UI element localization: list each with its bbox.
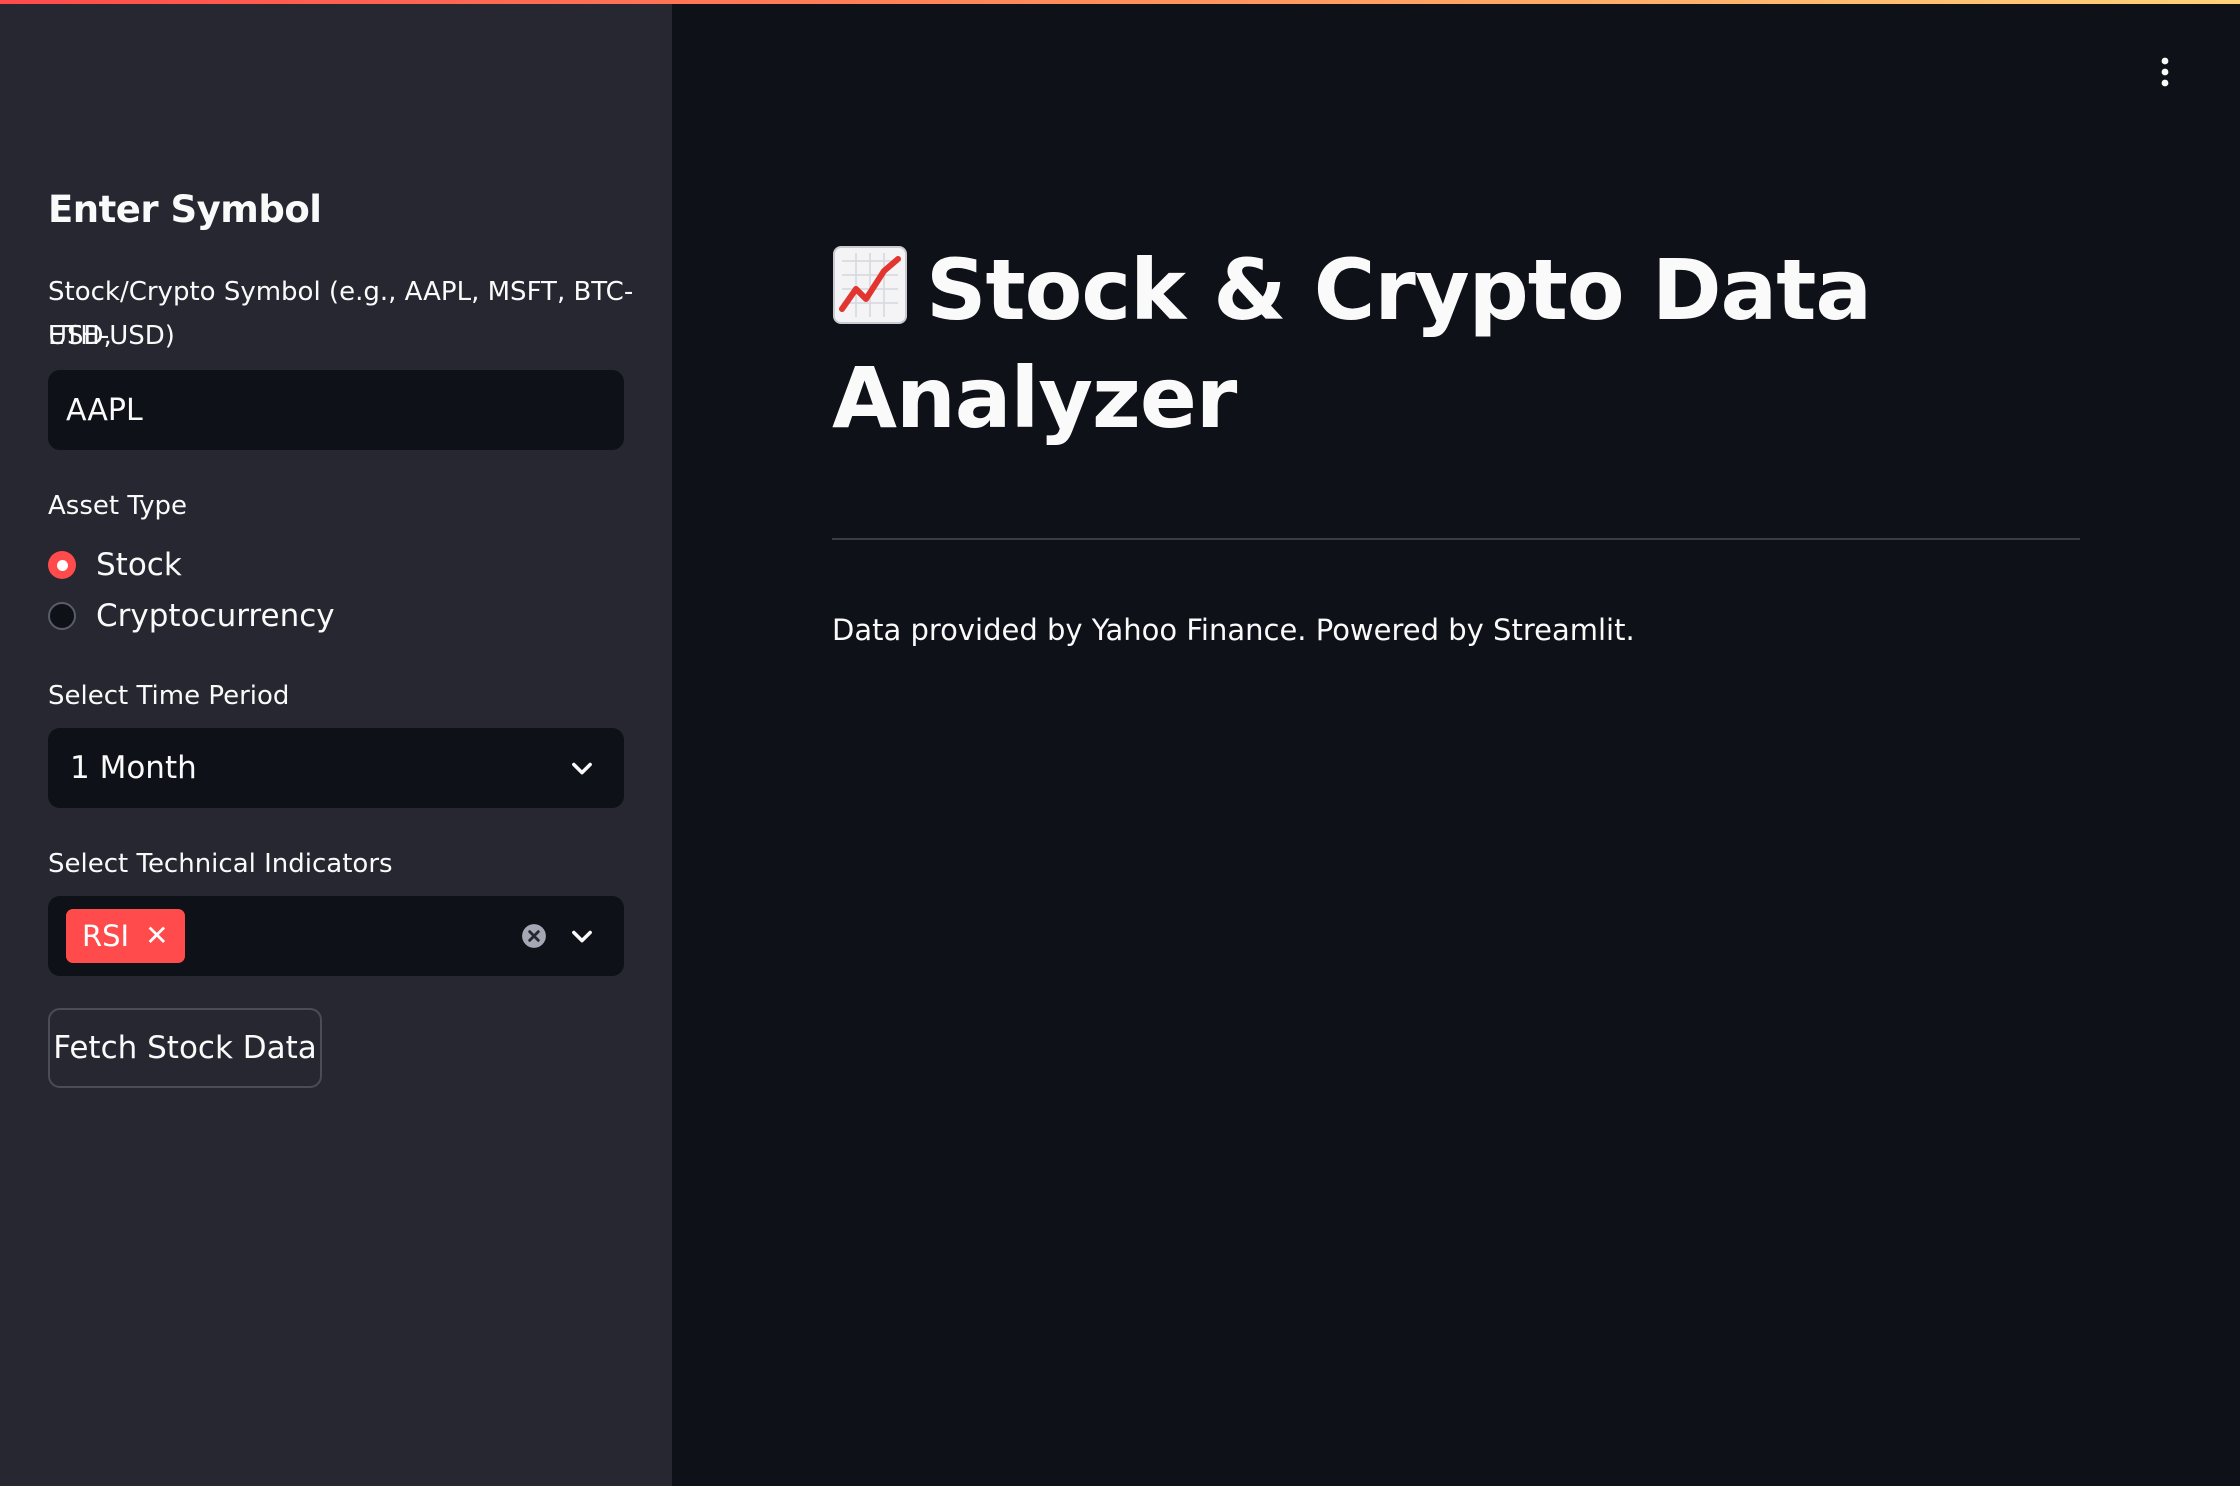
radio-unselected-icon (48, 602, 76, 630)
top-decoration-stripe (0, 0, 2240, 4)
radio-option-label: Cryptocurrency (96, 598, 335, 634)
page-title-text: Stock & Crypto Data Analyzer (832, 241, 1872, 447)
fetch-stock-data-button[interactable]: Fetch Stock Data (48, 1008, 322, 1088)
indicators-label: Select Technical Indicators (48, 849, 393, 879)
indicator-tag-label: RSI (82, 919, 130, 953)
radio-selected-icon (48, 551, 76, 579)
chevron-down-icon[interactable] (568, 922, 596, 950)
page-title: Stock & Crypto Data Analyzer (832, 236, 2092, 452)
main-content (672, 0, 2240, 1486)
asset-type-label: Asset Type (48, 491, 188, 521)
more-options-icon[interactable] (2150, 55, 2180, 89)
footer-caption: Data provided by Yahoo Finance. Powered … (832, 613, 1635, 647)
sidebar: Enter Symbol Stock/Crypto Symbol (e.g., … (0, 0, 672, 1486)
clear-all-icon[interactable] (521, 923, 547, 949)
period-label: Select Time Period (48, 681, 290, 711)
chart-increasing-icon (833, 246, 907, 324)
indicators-multiselect[interactable]: RSI ✕ (48, 896, 624, 976)
radio-option-cryptocurrency[interactable]: Cryptocurrency (48, 594, 335, 638)
period-select-value: 1 Month (70, 750, 197, 786)
sidebar-heading: Enter Symbol (48, 188, 322, 231)
symbol-input-value: AAPL (66, 392, 143, 428)
radio-option-label: Stock (96, 547, 182, 583)
divider (832, 538, 2080, 540)
remove-tag-icon[interactable]: ✕ (145, 922, 168, 950)
chevron-down-icon (572, 762, 592, 775)
indicator-tag-rsi: RSI ✕ (66, 909, 185, 963)
period-select[interactable]: 1 Month (48, 728, 624, 808)
symbol-input[interactable]: AAPL (48, 370, 624, 450)
radio-option-stock[interactable]: Stock (48, 543, 182, 587)
symbol-label-line2: ETH-USD) (48, 321, 175, 351)
